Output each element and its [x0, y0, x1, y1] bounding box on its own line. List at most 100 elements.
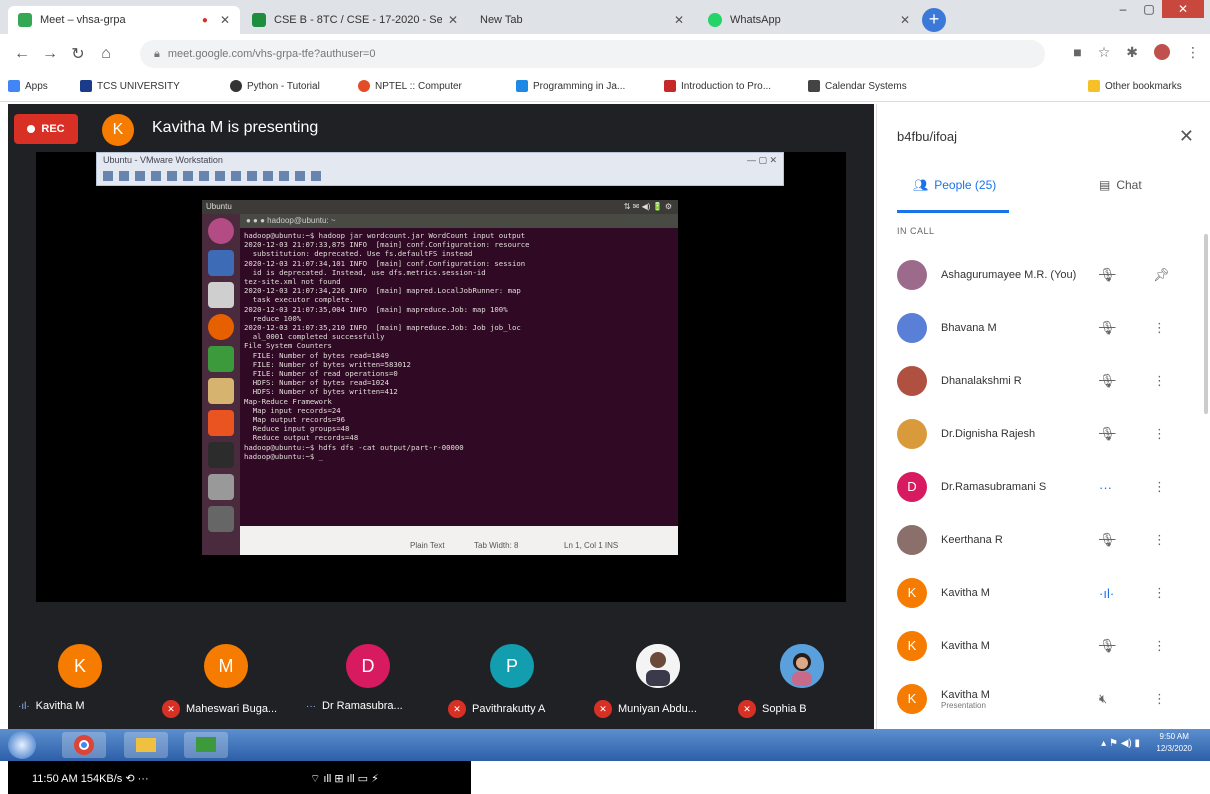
bookmark-favicon-icon [516, 80, 528, 92]
writer-icon[interactable] [208, 378, 234, 404]
tab-new-tab[interactable]: New Tab ✕ [470, 6, 694, 34]
terminal-line: hadoop@ubuntu:~$ _ [244, 451, 324, 461]
bookmark-apps[interactable]: Apps [8, 80, 48, 92]
mic-off-icon: 🎙︎ [1099, 320, 1116, 335]
participant-photo-tile[interactable] [636, 644, 680, 688]
maximize-icon[interactable]: ▢ [1136, 0, 1162, 18]
mic-off-icon: ✕ [738, 700, 756, 718]
browser-tab-strip: Meet – vhsa-grpa ● ✕ CSE B - 8TC / CSE -… [0, 0, 1210, 34]
new-tab-button[interactable]: + [922, 8, 946, 32]
participant-row[interactable]: K Kavitha M ·ıl· ⋮ [877, 566, 1210, 620]
participant-tile[interactable]: M [204, 644, 248, 688]
more-options-icon[interactable]: ⋮ [1153, 532, 1166, 548]
participant-photo [636, 644, 680, 688]
active-tab-indicator [897, 210, 1009, 213]
terminal-icon[interactable] [208, 282, 234, 308]
start-button[interactable] [8, 731, 36, 759]
participant-row[interactable]: Dhanalakshmi R 🎙︎ ⋮ [877, 354, 1210, 408]
participant-tile[interactable]: D [346, 644, 390, 688]
bookmark-tcs[interactable]: TCS UNIVERSITY [80, 80, 180, 92]
home-icon[interactable]: ⌂ [92, 45, 120, 63]
vmware-window-bar: Ubuntu - VMware Workstation — ▢ ✕ [96, 152, 784, 186]
tab-meet[interactable]: Meet – vhsa-grpa ● ✕ [8, 6, 240, 34]
close-panel-icon[interactable]: ✕ [1179, 126, 1194, 147]
close-tab-icon[interactable]: ✕ [674, 13, 684, 27]
folder-icon [136, 738, 156, 752]
more-options-icon[interactable]: ⋮ [1153, 479, 1166, 495]
terminal-line: FILE: Number of bytes read=1849 [244, 350, 389, 360]
vmware-window-controls: — ▢ ✕ [746, 155, 777, 165]
taskbar-explorer[interactable] [124, 732, 168, 758]
profile-avatar[interactable] [1154, 44, 1170, 60]
participant-row[interactable]: Dr.Dignisha Rajesh 🎙︎ ⋮ [877, 407, 1210, 461]
more-options-icon[interactable]: ⋮ [1153, 373, 1166, 389]
status-syntax[interactable]: Plain Text [410, 541, 445, 550]
participant-row[interactable]: K Kavitha M 🎙︎ ⋮ [877, 619, 1210, 673]
bookmark-other[interactable]: Other bookmarks [1088, 80, 1182, 92]
section-label: IN CALL [897, 226, 935, 236]
bookmark-calendar[interactable]: Calendar Systems [808, 80, 907, 92]
url-field[interactable]: 🔒︎ meet.google.com/vhs-grpa-tfe?authuser… [140, 40, 1045, 68]
participant-row[interactable]: Ashagurumayee M.R. (You) 🎙︎ 📌︎ [877, 248, 1210, 302]
trash-icon[interactable] [208, 506, 234, 532]
calc-icon[interactable] [208, 346, 234, 372]
software-center-icon[interactable] [208, 410, 234, 436]
speaking-icon: ·ıl· [1099, 585, 1115, 601]
participant-avatar [897, 260, 927, 290]
tab-title: WhatsApp [730, 14, 781, 26]
more-options-icon[interactable]: ⋮ [1153, 426, 1166, 442]
menu-icon[interactable]: ⋮ [1186, 44, 1200, 61]
bookmarks-bar: Apps TCS UNIVERSITY Python - Tutorial NP… [0, 74, 1210, 102]
files-icon[interactable] [208, 250, 234, 276]
taskbar-rdp[interactable] [184, 732, 228, 758]
firefox-icon[interactable] [208, 314, 234, 340]
tab-people[interactable]: 👥︎ People (25) [913, 178, 996, 192]
close-tab-icon[interactable]: ✕ [220, 13, 230, 27]
screenshot-root: { "browser": { "tabs": [ {"title": "Meet… [0, 0, 1210, 794]
participant-photo-tile[interactable] [780, 644, 824, 688]
terminal-line: Map output records=96 [244, 415, 346, 425]
taskbar-chrome[interactable] [62, 732, 106, 758]
star-icon[interactable]: ☆ [1098, 44, 1111, 61]
tab-classroom[interactable]: CSE B - 8TC / CSE - 17-2020 - Ses ✕ [242, 6, 468, 34]
more-options-icon[interactable]: ⋮ [1153, 585, 1166, 601]
bookmark-nptel[interactable]: NPTEL :: Computer [358, 80, 462, 92]
participant-row[interactable]: D Dr.Ramasubramani S ··· ⋮ [877, 460, 1210, 514]
close-tab-icon[interactable]: ✕ [900, 13, 910, 27]
close-window-icon[interactable]: ✕ [1162, 0, 1204, 18]
forward-icon[interactable]: → [36, 45, 64, 63]
phone-time: 11:50 AM 154KB/s ⟲ ··· [32, 773, 149, 785]
bookmark-java[interactable]: Programming in Ja... [516, 80, 625, 92]
speaking-icon: ·ıl· [18, 700, 30, 712]
tab-whatsapp[interactable]: WhatsApp ✕ [698, 6, 920, 34]
clock[interactable]: 9:50 AM 12/3/2020 [1156, 731, 1192, 755]
more-options-icon[interactable]: ⋮ [1153, 691, 1166, 707]
back-icon[interactable]: ← [8, 45, 36, 63]
more-options-icon[interactable]: ⋮ [1153, 638, 1166, 654]
extensions-icon[interactable]: ✱ [1126, 44, 1138, 61]
participant-row[interactable]: K Kavitha M Presentation 🔇︎ ⋮ [877, 672, 1210, 726]
close-tab-icon[interactable]: ✕ [448, 13, 458, 27]
participant-tile[interactable]: K [58, 644, 102, 688]
participant-row[interactable]: Keerthana R 🎙︎ ⋮ [877, 513, 1210, 567]
participant-avatar: K [897, 684, 927, 714]
participant-name: Dhanalakshmi R [941, 375, 1022, 387]
pin-icon[interactable]: 📌︎ [1153, 267, 1170, 283]
bookmark-intro[interactable]: Introduction to Pro... [664, 80, 771, 92]
bookmark-python[interactable]: Python - Tutorial [230, 80, 320, 92]
camera-icon[interactable]: ■ [1073, 44, 1081, 61]
monitor-icon[interactable] [208, 442, 234, 468]
disk-icon[interactable] [208, 474, 234, 500]
minimize-icon[interactable]: – [1110, 0, 1136, 18]
reload-icon[interactable]: ↻ [64, 44, 92, 64]
vmware-title: Ubuntu - VMware Workstation [103, 155, 223, 165]
dash-icon[interactable] [208, 218, 234, 244]
participant-tile[interactable]: P [490, 644, 534, 688]
more-options-icon[interactable]: ⋮ [1153, 320, 1166, 336]
tab-chat[interactable]: ▤ Chat [1099, 178, 1142, 192]
terminal-window: ● ● ● hadoop@ubuntu: ~ hadoop@ubuntu:~$ … [240, 214, 678, 526]
status-tabwidth[interactable]: Tab Width: 8 [474, 541, 518, 550]
terminal-line: tez-site.xml not found [244, 277, 341, 287]
terminal-line: HDFS: Number of bytes read=1024 [244, 378, 389, 388]
participant-row[interactable]: Bhavana M 🎙︎ ⋮ [877, 301, 1210, 355]
